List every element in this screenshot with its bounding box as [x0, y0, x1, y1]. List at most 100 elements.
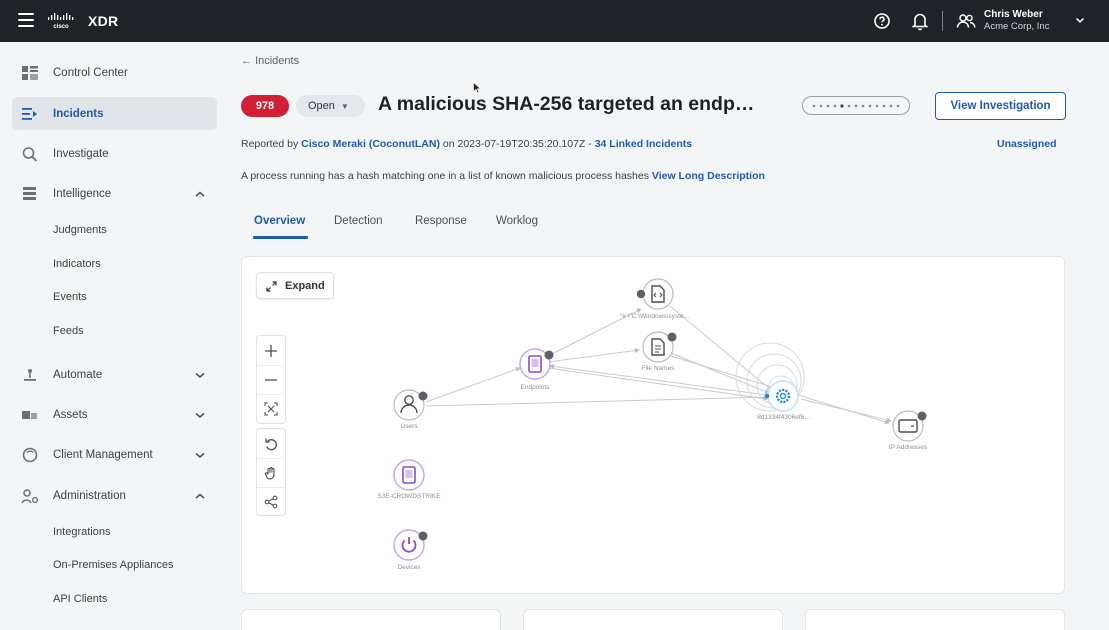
sidebar-subitem-events[interactable]: Events: [53, 291, 87, 303]
process-path-node[interactable]: [636, 278, 674, 310]
top-bar: cisco XDR Chris Weber Acme Corp, Inc: [0, 0, 1109, 42]
process-path-node-label: "# \"C:\Windows\syste…: [620, 313, 690, 320]
reported-by-label: Reported by: [241, 138, 299, 150]
reset-button[interactable]: [257, 429, 285, 458]
zoom-toolbar: [256, 335, 286, 424]
sha-node-label: 8d1334f4306ef6…: [757, 414, 811, 421]
topbar-divider: [942, 11, 943, 31]
fit-to-screen-button[interactable]: [257, 394, 285, 423]
tab-worklog[interactable]: Worklog: [496, 215, 538, 227]
file-names-node[interactable]: [642, 331, 677, 363]
incident-title: A malicious SHA-256 targeted an endp…: [378, 93, 755, 115]
sidebar-subitem-indicators[interactable]: Indicators: [53, 258, 101, 270]
chevron-up-icon: [195, 191, 205, 197]
ip-addresses-node-label: IP Addresses: [888, 444, 928, 451]
menu-icon[interactable]: [18, 13, 34, 27]
cisco-logo: cisco: [48, 13, 74, 30]
sidebar-subitem-on-premises-appliances[interactable]: On-Premises Appliances: [53, 559, 173, 571]
sidebar-item-client-management[interactable]: Client Management: [12, 438, 217, 471]
relations-graph[interactable]: [241, 256, 1065, 594]
zoom-out-button[interactable]: [257, 365, 285, 394]
reporter-link[interactable]: Cisco Meraki (CoconutLAN): [301, 138, 440, 150]
chevron-down-icon[interactable]: [1075, 16, 1085, 24]
linked-incidents-link[interactable]: 34 Linked Incidents: [595, 138, 692, 150]
users-node[interactable]: [393, 389, 428, 421]
chevron-down-icon: [195, 412, 205, 418]
sidebar-item-label: Automate: [53, 368, 103, 381]
sidebar-item-label: Administration: [53, 489, 126, 502]
sidebar-subitem-integrations[interactable]: Integrations: [53, 526, 110, 538]
loading-indicator: [802, 96, 910, 115]
help-icon[interactable]: [873, 12, 891, 30]
user-org: Acme Corp, Inc: [984, 21, 1050, 32]
sidebar-item-assets[interactable]: Assets: [12, 398, 217, 431]
edge-users-endpoints: [425, 367, 521, 403]
sidebar-item-label: Incidents: [53, 107, 104, 120]
status-dropdown[interactable]: Open ▼: [296, 95, 365, 117]
chevron-down-icon: ▼: [340, 101, 349, 111]
endpoints-node-label: Endpoints: [520, 384, 550, 391]
assets-icon: [22, 410, 37, 419]
sidebar-subitem-api-clients[interactable]: API Clients: [53, 593, 107, 605]
sidebar-item-administration[interactable]: Administration: [12, 479, 217, 512]
fit-screen-icon: [264, 402, 278, 416]
summary-card-3: [805, 609, 1065, 630]
minus-icon: [265, 379, 277, 381]
chevron-down-icon: [195, 372, 205, 378]
back-link-label: Incidents: [255, 55, 300, 67]
endpoints-node[interactable]: [519, 348, 554, 380]
meta-separator: -: [588, 138, 592, 150]
sidebar-subitem-judgments[interactable]: Judgments: [53, 224, 107, 236]
crowdstrike-node[interactable]: [393, 459, 425, 491]
chevron-up-icon: [195, 493, 205, 499]
sidebar-item-label: Intelligence: [53, 187, 112, 200]
incident-meta: Reported by Cisco Meraki (CoconutLAN) on…: [241, 138, 692, 150]
status-label: Open: [308, 100, 335, 112]
assignee-link[interactable]: Unassigned: [997, 138, 1057, 150]
view-investigation-button[interactable]: View Investigation: [935, 92, 1066, 120]
sidebar-item-label: Control Center: [53, 66, 128, 79]
automate-icon: [24, 368, 36, 381]
zoom-in-button[interactable]: [257, 336, 285, 365]
sidebar-item-intelligence[interactable]: Intelligence: [12, 177, 217, 210]
devices-node[interactable]: [393, 529, 428, 561]
sha-node[interactable]: [735, 342, 805, 412]
share-nodes-icon: [264, 495, 278, 509]
incidents-icon: [22, 107, 37, 120]
edge-sha-ip: [800, 398, 892, 423]
sidebar-item-control-center[interactable]: Control Center: [12, 56, 217, 89]
notification-bell-icon[interactable]: [911, 11, 929, 31]
expand-graph-button[interactable]: Expand: [256, 272, 334, 299]
sidebar-item-label: Client Management: [53, 448, 153, 461]
ip-addresses-node[interactable]: [892, 410, 927, 442]
graph-actions-toolbar: [256, 428, 286, 516]
tab-response[interactable]: Response: [415, 215, 467, 227]
back-to-incidents-link[interactable]: ← Incidents: [241, 55, 299, 67]
sidebar-subitem-feeds[interactable]: Feeds: [53, 325, 84, 337]
sidebar-item-label: Assets: [53, 408, 88, 421]
svg-text:cisco: cisco: [53, 24, 69, 30]
users-node-label: Users: [400, 423, 418, 430]
view-long-description-link[interactable]: View Long Description: [652, 170, 765, 182]
active-tab-indicator: [253, 236, 308, 239]
client-management-icon: [22, 447, 38, 462]
intelligence-icon: [23, 186, 36, 200]
sidebar-item-automate[interactable]: Automate: [12, 358, 217, 391]
edge-endpoints-sha: [547, 367, 768, 401]
chevron-down-icon: [195, 452, 205, 458]
user-name[interactable]: Chris Weber: [984, 9, 1043, 20]
pan-button[interactable]: [257, 458, 285, 487]
sidebar: Control Center Incidents Investigate Int…: [0, 42, 228, 630]
file-names-node-label: File Names: [641, 365, 675, 372]
summary-card-1: [241, 609, 501, 630]
dots-icon: [812, 103, 900, 108]
undo-icon: [265, 438, 277, 450]
share-layout-button[interactable]: [257, 487, 285, 516]
hand-icon: [264, 466, 275, 480]
sidebar-item-investigate[interactable]: Investigate: [12, 137, 217, 170]
administration-icon: [21, 488, 39, 503]
user-group-icon[interactable]: [956, 13, 976, 29]
sidebar-item-incidents[interactable]: Incidents: [12, 97, 217, 130]
tab-overview[interactable]: Overview: [254, 215, 305, 227]
tab-detection[interactable]: Detection: [334, 215, 383, 227]
